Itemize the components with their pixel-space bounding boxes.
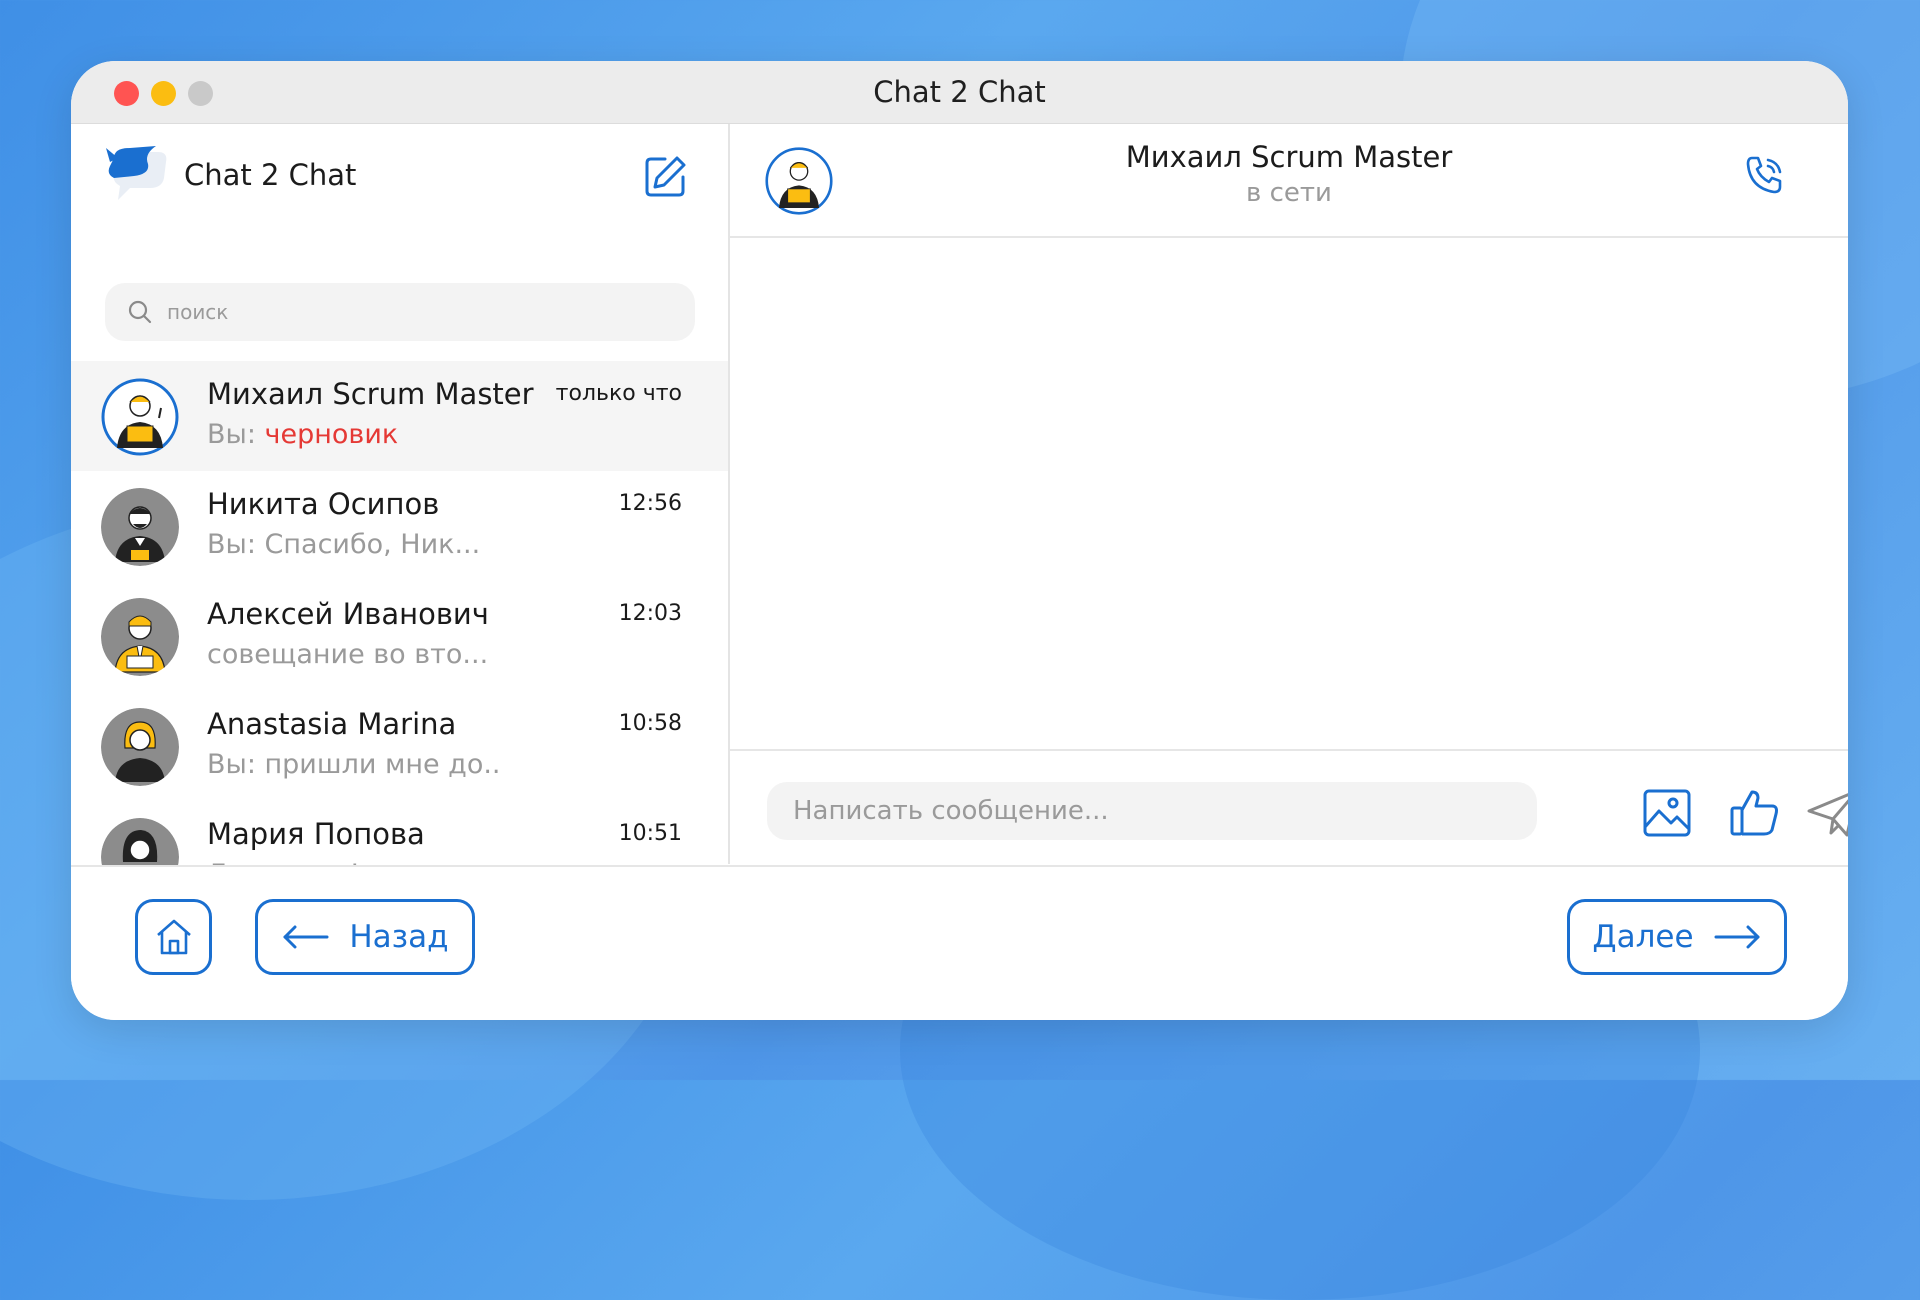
phone-icon <box>1746 156 1782 194</box>
window-title: Chat 2 Chat <box>873 75 1046 109</box>
send-icon <box>1807 793 1848 837</box>
chat-time: 12:56 <box>618 491 682 516</box>
app-logo-icon <box>104 144 174 206</box>
app-name: Chat 2 Chat <box>184 158 357 192</box>
home-icon <box>156 919 191 955</box>
bottom-nav: Назад Далее <box>71 865 1848 1020</box>
chat-item-mikhail[interactable]: Михаил Scrum Master Вы: черновик только … <box>71 361 728 471</box>
chat-time: 10:51 <box>618 821 682 846</box>
chat-panel: Михаил Scrum Master в сети <box>730 124 1848 864</box>
avatar <box>101 708 179 786</box>
search-box <box>105 283 695 341</box>
attach-image-button[interactable] <box>1639 785 1695 841</box>
search-input[interactable] <box>165 291 669 333</box>
chat-preview: совещание во вто... <box>207 639 489 670</box>
app-window: Chat 2 Chat Chat 2 Chat поиск Михаил Scr… <box>71 61 1848 1020</box>
edit-icon <box>645 156 686 197</box>
chat-time: 10:58 <box>618 711 682 736</box>
chat-time: 12:03 <box>618 601 682 626</box>
chat-header: Михаил Scrum Master в сети <box>730 124 1848 238</box>
avatar <box>101 598 179 676</box>
message-input[interactable] <box>767 782 1537 840</box>
title-bar: Chat 2 Chat <box>71 61 1848 124</box>
call-button[interactable] <box>1737 147 1793 203</box>
contact-name: Михаил Scrum Master <box>1125 140 1453 174</box>
preview-prefix: Вы: <box>207 419 265 450</box>
chat-item-anastasia[interactable]: Anastasia Marina Вы: пришли мне до.. 10:… <box>71 691 728 801</box>
like-button[interactable] <box>1727 785 1783 841</box>
back-label: Назад <box>349 919 449 955</box>
chat-time: только что <box>555 381 682 406</box>
message-composer <box>730 749 1848 866</box>
arrow-left-icon <box>283 925 329 949</box>
chat-name: Алексей Иванович <box>207 597 489 631</box>
search-icon <box>128 300 152 324</box>
arrow-right-icon <box>1714 925 1760 949</box>
send-button[interactable] <box>1805 785 1848 841</box>
next-label: Далее <box>1592 919 1694 955</box>
message-area <box>730 238 1848 748</box>
chat-preview: Вы: пришли мне до.. <box>207 749 501 780</box>
chat-name: Anastasia Marina <box>207 707 457 741</box>
chat-name: Никита Осипов <box>207 487 440 521</box>
draft-label: черновик <box>264 419 399 450</box>
home-button[interactable] <box>135 899 212 975</box>
sidebar: Chat 2 Chat поиск Михаил Scrum Master Вы… <box>71 124 730 896</box>
back-button[interactable]: Назад <box>255 899 475 975</box>
next-button[interactable]: Далее <box>1567 899 1787 975</box>
chat-preview: Вы: черновик <box>207 419 398 450</box>
chat-name: Михаил Scrum Master <box>207 377 534 411</box>
thumbs-up-icon <box>1730 790 1778 836</box>
contact-status: в сети <box>1246 178 1332 208</box>
compose-button[interactable] <box>637 149 693 205</box>
chat-list: Михаил Scrum Master Вы: черновик только … <box>71 361 728 911</box>
chat-name: Мария Попова <box>207 817 425 851</box>
chat-preview: Вы: Спасибо, Ник... <box>207 529 481 560</box>
avatar <box>101 488 179 566</box>
chat-item-nikita[interactable]: Никита Осипов Вы: Спасибо, Ник... 12:56 <box>71 471 728 581</box>
image-icon <box>1643 789 1691 837</box>
chat-item-aleksey[interactable]: Алексей Иванович совещание во вто... 12:… <box>71 581 728 691</box>
avatar <box>101 378 179 456</box>
